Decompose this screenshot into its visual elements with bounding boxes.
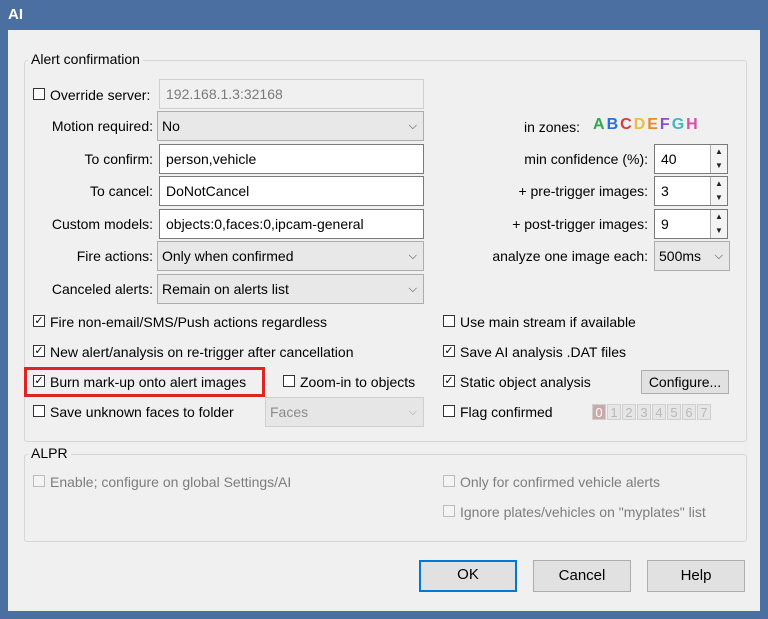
- alert-confirmation-title: Alert confirmation: [28, 51, 143, 67]
- min-confidence-spinner[interactable]: 40 ▲ ▼: [654, 144, 728, 174]
- flag-digit[interactable]: 3: [637, 404, 651, 420]
- save-unknown-faces-box[interactable]: [33, 405, 45, 417]
- zone-selector[interactable]: ABCDEFGH: [593, 116, 700, 134]
- in-zones-label: in zones:: [523, 119, 580, 135]
- alpr-enable-box[interactable]: [33, 475, 45, 487]
- spin-down-icon[interactable]: ▼: [710, 224, 727, 238]
- flag-digit[interactable]: 4: [652, 404, 666, 420]
- chevron-down-icon: ⌵: [408, 283, 417, 295]
- analyze-each-label: analyze one image each:: [492, 248, 648, 264]
- new-alert-box[interactable]: ✓: [33, 345, 45, 357]
- help-button[interactable]: Help: [647, 560, 745, 592]
- spin-up-icon[interactable]: ▲: [710, 177, 727, 192]
- chevron-down-icon: ⌵: [408, 250, 417, 262]
- alpr-only-confirmed-box[interactable]: [443, 475, 455, 487]
- pre-trigger-spinner[interactable]: 3 ▲ ▼: [654, 176, 728, 206]
- spin-up-icon[interactable]: ▲: [710, 145, 727, 160]
- chevron-down-icon: ⌵: [408, 406, 417, 418]
- zone-d[interactable]: D: [634, 116, 646, 134]
- canceled-alerts-label: Canceled alerts:: [51, 281, 153, 297]
- to-confirm-input[interactable]: person,vehicle: [159, 144, 424, 174]
- flag-confirmed-box[interactable]: [443, 405, 455, 417]
- zone-c[interactable]: C: [620, 116, 632, 134]
- spin-down-icon[interactable]: ▼: [710, 159, 727, 173]
- spin-down-icon[interactable]: ▼: [710, 191, 727, 205]
- custom-models-input[interactable]: objects:0,faces:0,ipcam-general: [159, 209, 424, 239]
- chevron-down-icon: ⌵: [408, 120, 417, 132]
- flag-digit[interactable]: 0: [592, 404, 606, 420]
- motion-required-label: Motion required:: [51, 118, 153, 134]
- min-confidence-label: min confidence (%):: [524, 151, 648, 167]
- alpr-ignore-plates-box[interactable]: [443, 505, 455, 517]
- spin-up-icon[interactable]: ▲: [710, 210, 727, 225]
- cancel-button[interactable]: Cancel: [533, 560, 631, 592]
- to-cancel-input[interactable]: DoNotCancel: [159, 176, 424, 206]
- fire-actions-label: Fire actions:: [76, 248, 153, 264]
- window-title: AI: [8, 6, 23, 23]
- post-trigger-label: + post-trigger images:: [512, 216, 648, 232]
- override-server-box[interactable]: [33, 88, 45, 100]
- analyze-each-select[interactable]: 500ms ⌵: [654, 241, 730, 271]
- fire-non-email-box[interactable]: ✓: [33, 315, 45, 327]
- post-trigger-spinner[interactable]: 9 ▲ ▼: [654, 209, 728, 239]
- flag-digits[interactable]: 01234567: [592, 404, 712, 420]
- flag-digit[interactable]: 5: [667, 404, 681, 420]
- alpr-title: ALPR: [28, 445, 71, 461]
- override-server-input[interactable]: 192.168.1.3:32168: [159, 79, 424, 109]
- flag-digit[interactable]: 7: [697, 404, 711, 420]
- zone-a[interactable]: A: [593, 116, 605, 134]
- static-object-box[interactable]: ✓: [443, 375, 455, 387]
- zone-e[interactable]: E: [647, 116, 658, 134]
- ok-button[interactable]: OK: [419, 560, 517, 592]
- zone-b[interactable]: B: [607, 116, 619, 134]
- motion-required-select[interactable]: No ⌵: [157, 111, 424, 141]
- zone-h[interactable]: H: [686, 116, 698, 134]
- faces-folder-select[interactable]: Faces ⌵: [265, 397, 424, 427]
- to-cancel-label: To cancel:: [89, 183, 153, 199]
- fire-actions-select[interactable]: Only when confirmed ⌵: [157, 241, 424, 271]
- zone-g[interactable]: G: [672, 116, 684, 134]
- burn-markup-box[interactable]: ✓: [33, 375, 45, 387]
- flag-digit[interactable]: 1: [607, 404, 621, 420]
- zoom-in-box[interactable]: [283, 375, 295, 387]
- save-dat-box[interactable]: ✓: [443, 345, 455, 357]
- custom-models-label: Custom models:: [51, 216, 153, 232]
- dialog-client-area: Alert confirmation Override server: 192.…: [8, 30, 760, 611]
- flag-digit[interactable]: 6: [682, 404, 696, 420]
- ai-dialog: AI Alert confirmation Override server: 1…: [0, 0, 768, 619]
- configure-button[interactable]: Configure...: [641, 370, 729, 394]
- flag-digit[interactable]: 2: [622, 404, 636, 420]
- pre-trigger-label: + pre-trigger images:: [518, 183, 648, 199]
- canceled-alerts-select[interactable]: Remain on alerts list ⌵: [157, 274, 424, 304]
- chevron-down-icon: ⌵: [714, 250, 723, 262]
- alpr-group: [24, 454, 747, 542]
- zone-f[interactable]: F: [660, 116, 670, 134]
- main-stream-box[interactable]: [443, 315, 455, 327]
- to-confirm-label: To confirm:: [84, 151, 153, 167]
